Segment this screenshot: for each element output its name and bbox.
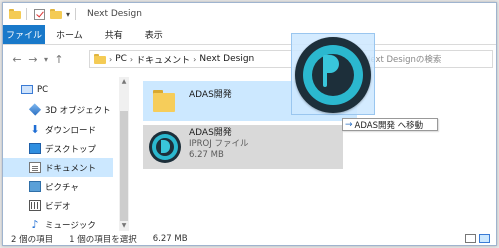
selected-count: 1 個の項目を選択 bbox=[69, 235, 137, 245]
breadcrumb-documents[interactable]: ドキュメント bbox=[136, 53, 190, 66]
title-bar: ▾ Next Design bbox=[3, 3, 496, 25]
tab-share[interactable]: 共有 bbox=[94, 25, 134, 44]
music-icon: ♪ bbox=[31, 218, 39, 231]
scroll-up-icon[interactable]: ▲ bbox=[119, 77, 129, 87]
navigation-pane: PC 3D オブジェクト ⬇ ダウンロード デスクトップ ドキュメント ピクチャ… bbox=[3, 77, 131, 231]
up-arrow-icon[interactable]: ↑ bbox=[51, 53, 67, 66]
sidebar-item-3d-objects[interactable]: 3D オブジェクト bbox=[3, 100, 123, 119]
tab-home[interactable]: ホーム bbox=[45, 25, 94, 44]
drag-tooltip: → ADAS開発 へ移動 bbox=[342, 118, 438, 131]
videos-icon bbox=[29, 200, 41, 211]
tab-view[interactable]: 表示 bbox=[134, 25, 174, 44]
pc-icon bbox=[21, 85, 33, 94]
sidebar-item-label: ミュージック bbox=[45, 220, 96, 231]
sidebar-item-videos[interactable]: ビデオ bbox=[3, 196, 123, 215]
back-arrow-icon[interactable]: ← bbox=[9, 53, 25, 66]
sidebar-item-label: ビデオ bbox=[45, 201, 71, 212]
large-icons-view-icon[interactable] bbox=[479, 234, 490, 243]
file-name: ADAS開発 bbox=[189, 128, 232, 138]
details-view-icon[interactable] bbox=[465, 234, 476, 243]
customize-toolbar-icon[interactable]: ▾ bbox=[66, 10, 70, 19]
chevron-right-icon: › bbox=[109, 54, 113, 64]
3d-objects-icon bbox=[28, 103, 42, 116]
recent-locations-icon[interactable]: ▾ bbox=[41, 55, 51, 64]
sidebar-item-label: ドキュメント bbox=[45, 163, 97, 174]
new-folder-icon[interactable] bbox=[50, 9, 62, 19]
selected-size: 6.27 MB bbox=[152, 234, 188, 244]
explorer-window: ▾ Next Design ファイル ホーム 共有 表示 ← → ▾ ↑ › P… bbox=[2, 2, 497, 246]
status-bar: 2 個の項目 1 個の項目を選択 6.27 MB bbox=[3, 231, 496, 245]
drag-hint-text: ADAS開発 へ移動 bbox=[354, 120, 424, 131]
navigation-bar: ← → ▾ ↑ › PC › ドキュメント › Next Design Next… bbox=[3, 46, 496, 72]
sidebar-scrollbar[interactable]: ▲ ▼ bbox=[119, 77, 129, 231]
scrollbar-thumb[interactable] bbox=[120, 111, 128, 221]
scroll-down-icon[interactable]: ▼ bbox=[119, 221, 129, 231]
folder-icon bbox=[9, 9, 21, 19]
desktop-icon bbox=[29, 143, 41, 154]
breadcrumb-next-design[interactable]: Next Design bbox=[199, 54, 254, 64]
forward-arrow-icon[interactable]: → bbox=[25, 53, 41, 66]
sidebar-item-pc[interactable]: PC bbox=[3, 80, 123, 99]
window-title: Next Design bbox=[87, 9, 142, 19]
tab-file[interactable]: ファイル bbox=[3, 25, 45, 44]
sidebar-item-label: 3D オブジェクト bbox=[45, 105, 111, 116]
folder-icon bbox=[153, 90, 177, 112]
documents-icon bbox=[29, 162, 41, 173]
sidebar-item-label: デスクトップ bbox=[45, 144, 97, 155]
properties-icon[interactable] bbox=[34, 8, 45, 20]
file-item-adas-iproj[interactable]: ADAS開発 IPROJ ファイル 6.27 MB bbox=[143, 125, 343, 169]
logo-glyph bbox=[323, 55, 341, 87]
chevron-right-icon: › bbox=[193, 54, 197, 64]
folder-name: ADAS開発 bbox=[189, 89, 232, 100]
file-size: 6.27 MB bbox=[189, 150, 224, 160]
move-arrow-icon: → bbox=[345, 119, 353, 130]
sidebar-item-documents[interactable]: ドキュメント bbox=[3, 158, 113, 177]
download-icon: ⬇ bbox=[30, 123, 40, 136]
breadcrumb-pc[interactable]: PC bbox=[115, 54, 127, 64]
folder-icon bbox=[94, 54, 106, 64]
chevron-right-icon: › bbox=[129, 54, 134, 64]
sidebar-item-downloads[interactable]: ⬇ ダウンロード bbox=[3, 120, 123, 139]
item-count: 2 個の項目 bbox=[11, 235, 54, 245]
sidebar-item-label: ピクチャ bbox=[45, 182, 79, 193]
pictures-icon bbox=[29, 181, 41, 192]
separator bbox=[26, 8, 27, 20]
ribbon-tabs: ファイル ホーム 共有 表示 bbox=[3, 25, 496, 45]
sidebar-item-label: PC bbox=[37, 84, 49, 95]
file-type: IPROJ ファイル bbox=[189, 139, 249, 149]
sidebar-item-desktop[interactable]: デスクトップ bbox=[3, 139, 123, 158]
next-design-logo-icon bbox=[149, 131, 181, 163]
sidebar-item-label: ダウンロード bbox=[45, 125, 97, 136]
sidebar-item-pictures[interactable]: ピクチャ bbox=[3, 177, 123, 196]
separator bbox=[75, 8, 77, 20]
